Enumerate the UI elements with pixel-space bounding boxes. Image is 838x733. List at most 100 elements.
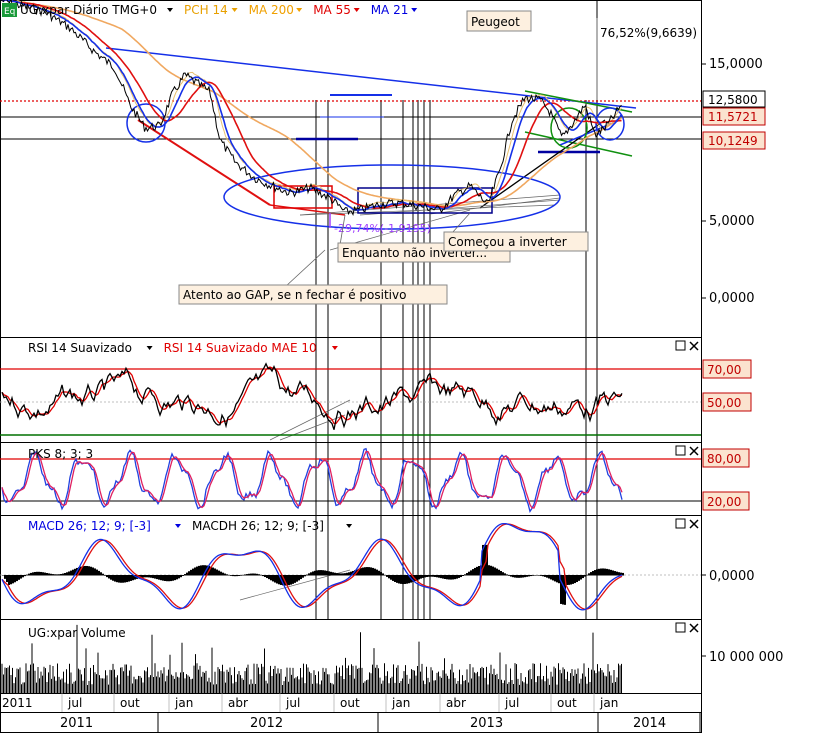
rsi-maximize-button[interactable] (675, 340, 686, 351)
main-legend: UG:xpar Diário TMG+0 PCH 14 MA 200 MA 55 MA … (20, 3, 418, 17)
y-tick-0: 0,0000 (709, 291, 755, 306)
rsi-legend-dropdown-icon-0[interactable] (146, 346, 153, 350)
macd-histogram-bar (372, 567, 374, 576)
macd-maximize-button[interactable] (675, 518, 686, 529)
main-legend-dropdown-icon-4[interactable] (411, 8, 418, 12)
macd-histogram-bar (492, 566, 494, 576)
main-legend-dropdown-icon-1[interactable] (231, 8, 238, 12)
macd-histogram-bar (544, 575, 546, 577)
macd-close-icon[interactable] (689, 519, 699, 529)
main-legend-item-1[interactable]: PCH 14 (184, 3, 228, 17)
pks-close-icon[interactable] (689, 446, 699, 456)
macd-legend-dropdown-icon-0[interactable] (175, 524, 181, 528)
macd-histogram-bar (48, 573, 50, 576)
macd-legend-item-1[interactable]: MACDH 26; 12; 9; [-3] (192, 519, 324, 533)
main-legend-dropdown-icon-3[interactable] (353, 8, 360, 12)
macd-histogram-bar (68, 571, 70, 576)
macd-histogram-bar (368, 567, 370, 576)
macd-histogram-bar (14, 575, 16, 583)
macd-histogram-bar (340, 573, 342, 576)
macd-histogram-bar (522, 575, 524, 578)
rsi-close-icon[interactable] (689, 341, 699, 351)
macd-histogram-bar (306, 574, 308, 576)
macd-histogram-bar (472, 569, 474, 576)
macd-zero-label: 0,0000 (709, 569, 755, 584)
macd-histogram-bar (274, 575, 276, 583)
macd-histogram-bar (126, 575, 128, 583)
macd-histogram-bar (36, 571, 38, 576)
month-label-3: jan (174, 696, 193, 710)
volume-legend: UG:xpar Volume (28, 626, 126, 640)
macd-histogram-bar (12, 575, 14, 584)
macd-histogram-bar (226, 574, 228, 576)
macd-histogram-bar (34, 571, 36, 576)
macd-histogram-bar (238, 575, 240, 576)
macd-histogram-bar (254, 573, 256, 576)
month-axis: 2011 jul out jan abr jul out jan abr jul out jan (2, 693, 618, 712)
macd-histogram-bar (376, 569, 378, 576)
macd-histogram-bar (104, 575, 106, 576)
macd-histogram-bar (398, 575, 400, 584)
macd-histogram-bar (4, 575, 6, 579)
macd-histogram-bar (10, 575, 12, 585)
macd-histogram-bar (216, 569, 218, 576)
main-legend-dropdown-icon-2[interactable] (296, 8, 303, 12)
macd-histogram-bar (514, 575, 516, 578)
rsi-legend-item-1[interactable]: RSI 14 Suavizado MAE 10 (164, 341, 317, 355)
macd-histogram-bar (442, 575, 444, 579)
macd-histogram-bar (464, 574, 466, 576)
macd-histogram-bar (322, 570, 324, 576)
macd-histogram-bar (550, 575, 552, 580)
volume-close-icon[interactable] (689, 623, 699, 633)
main-legend-item-2[interactable]: MA 200 (249, 3, 294, 17)
macd-histogram-bar (88, 566, 90, 576)
panel-frames (0, 0, 702, 733)
macd-histogram-bar (124, 575, 126, 583)
main-legend-item-4[interactable]: MA 21 (371, 3, 409, 17)
peugeot-annotation[interactable]: Peugeot (466, 10, 532, 32)
main-legend-dropdown-icon-0[interactable] (167, 8, 173, 12)
macd-histogram-bar (120, 575, 122, 583)
macd-histogram-bar (276, 575, 278, 584)
macd-histogram-bar (220, 571, 222, 576)
macd-histogram-bar (298, 575, 300, 581)
macd-histogram-bar (394, 575, 396, 582)
macd-histogram-bar (386, 575, 388, 577)
macd-histogram-bar (446, 575, 448, 580)
macd-histogram-bar (428, 575, 430, 577)
macd-histogram-bar (488, 565, 490, 576)
volume-maximize-button[interactable] (675, 622, 686, 633)
macd-histogram-bar (184, 574, 186, 576)
month-label-6: out (340, 696, 360, 710)
drop-measure-label: -29,74%(-1,9195) (334, 222, 431, 235)
macd-histogram-bar (448, 575, 450, 580)
main-legend-item-0[interactable]: UG:xpar Diário TMG+0 (20, 3, 157, 17)
rsi-legend-item-0[interactable]: RSI 14 Suavizado (28, 341, 132, 355)
macd-histogram (2, 544, 624, 605)
macd-histogram-bar (616, 571, 618, 576)
macd-histogram-bar (150, 575, 152, 578)
year-axis: 2011 2012 2013 2014 (60, 712, 701, 733)
macd-histogram-bar (42, 572, 44, 576)
macd-histogram-bar (494, 567, 496, 576)
macd-histogram-bar (326, 570, 328, 576)
macd-legend-item-0[interactable]: MACD 26; 12; 9; [-3] (28, 519, 151, 533)
macd-histogram-bar (182, 575, 184, 576)
macd-histogram-bar (592, 570, 594, 576)
pks-maximize-button[interactable] (675, 445, 686, 456)
macd-histogram-bar (504, 573, 506, 576)
main-legend-item-3[interactable]: MA 55 (313, 3, 351, 17)
macd-histogram-bar (224, 573, 226, 576)
macd-histogram-bar (402, 575, 404, 585)
macd-histogram-bar (452, 575, 454, 580)
macd-histogram-bar (344, 573, 346, 576)
macd-histogram-bar (404, 575, 406, 584)
macd-histogram-bar (422, 575, 424, 578)
macd-histogram-bar (496, 568, 498, 576)
month-label-11: jan (599, 696, 618, 710)
macd-histogram-bar (64, 573, 66, 576)
rsi-legend-dropdown-icon-1[interactable] (331, 346, 338, 350)
macd-histogram-bar (478, 566, 480, 576)
macd-histogram-bar (72, 569, 74, 576)
macd-legend-dropdown-icon-1[interactable] (346, 524, 353, 528)
